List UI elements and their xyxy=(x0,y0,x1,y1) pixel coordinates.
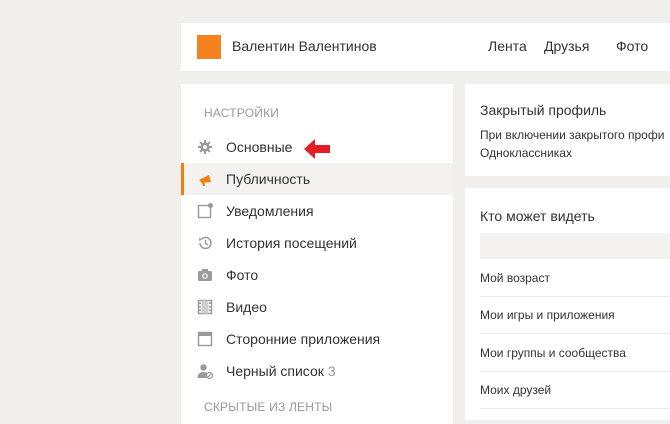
red-arrow-icon xyxy=(304,139,330,159)
blocked-user-icon xyxy=(197,364,213,379)
sidebar-item-label: Основные xyxy=(226,139,293,155)
settings-section-title: НАСТРОЙКИ xyxy=(204,106,280,120)
sidebar-item-label: Сторонние приложения xyxy=(226,331,381,347)
privacy-row[interactable]: Моих друзей xyxy=(480,371,670,409)
sidebar-item-label: Черный список 3 xyxy=(226,363,336,379)
user-name[interactable]: Валентин Валентинов xyxy=(232,38,377,54)
privacy-row-label: Мой возраст xyxy=(480,271,550,285)
sidebar-item-label: Уведомления xyxy=(226,203,314,219)
privacy-header-row xyxy=(480,233,670,259)
sidebar-item-visit-history[interactable]: История посещений xyxy=(181,227,453,259)
history-icon xyxy=(199,236,212,250)
closed-profile-panel: Закрытый профиль При включении закрытого… xyxy=(465,84,670,176)
camera-icon xyxy=(198,269,212,281)
film-icon xyxy=(197,299,213,315)
closed-profile-desc-line: При включении закрытого профи xyxy=(480,128,665,142)
privacy-title: Кто может видеть xyxy=(480,208,595,224)
hidden-from-feed-title: СКРЫТЫЕ ИЗ ЛЕНТЫ xyxy=(204,400,333,414)
sidebar-item-label: Публичность xyxy=(226,171,311,187)
sidebar-item-blacklist[interactable]: Черный список 3 xyxy=(181,355,453,387)
closed-profile-title: Закрытый профиль xyxy=(480,102,607,118)
privacy-row[interactable]: Мои группы и сообщества xyxy=(480,334,670,372)
sidebar-item-video[interactable]: Видео xyxy=(181,291,453,323)
privacy-row-label: Мои игры и приложения xyxy=(480,308,615,322)
privacy-row[interactable]: Мой возраст xyxy=(480,259,670,297)
nav-photos[interactable]: Фото xyxy=(616,38,648,54)
window-icon xyxy=(197,331,213,347)
privacy-row[interactable]: Мои игры и приложения xyxy=(480,296,670,334)
closed-profile-desc-line: Одноклассниках xyxy=(480,146,572,160)
top-bar: Валентин Валентинов Лента Друзья Фото xyxy=(181,23,670,71)
sidebar-item-publicity[interactable]: Публичность xyxy=(181,163,453,195)
megaphone-icon xyxy=(199,175,211,186)
avatar[interactable] xyxy=(197,35,221,59)
sidebar-item-label: История посещений xyxy=(226,235,357,251)
sidebar-item-notifications[interactable]: Уведомления xyxy=(181,195,453,227)
sidebar-item-label: Фото xyxy=(226,267,259,283)
sidebar-item-label: Видео xyxy=(226,299,267,315)
sidebar-item-third-party-apps[interactable]: Сторонние приложения xyxy=(181,323,453,355)
sidebar-item-photo[interactable]: Фото xyxy=(181,259,453,291)
gear-icon xyxy=(198,140,212,154)
closed-profile-description: При включении закрытого профи Одноклассн… xyxy=(480,126,670,162)
privacy-row-label: Моих друзей xyxy=(480,383,552,397)
settings-sidebar: НАСТРОЙКИ Основные Публичность Уведомлен… xyxy=(181,84,453,424)
privacy-panel: Кто может видеть Мой возраст Мои игры и … xyxy=(465,188,670,420)
nav-feed[interactable]: Лента xyxy=(488,38,527,54)
nav-friends[interactable]: Друзья xyxy=(544,38,589,54)
privacy-row-label: Мои группы и сообщества xyxy=(480,346,626,360)
notification-icon xyxy=(197,203,213,219)
blacklist-count: 3 xyxy=(327,363,336,379)
